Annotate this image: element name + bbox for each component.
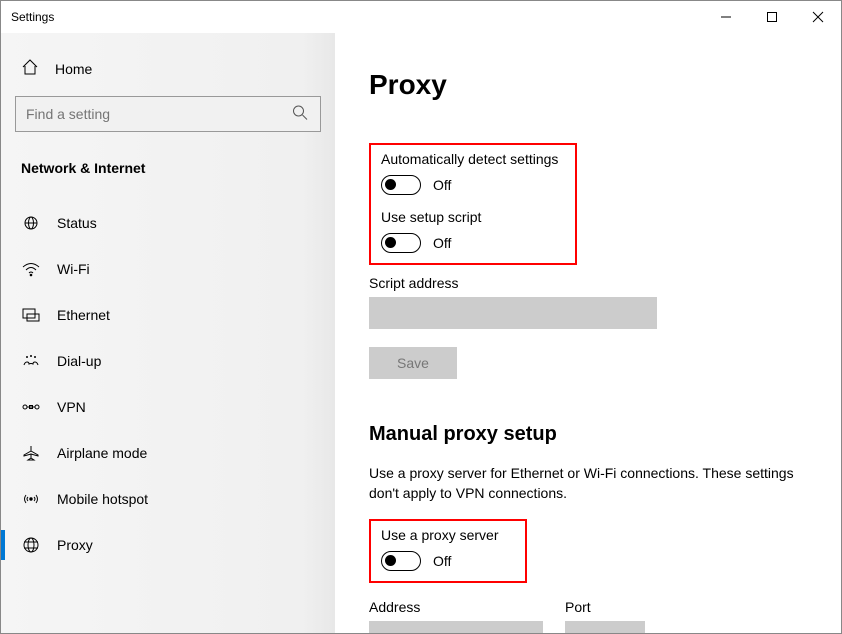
hotspot-icon <box>21 492 41 506</box>
sidebar: Home Network & Internet Status <box>1 33 335 633</box>
proxy-icon <box>21 537 41 553</box>
use-script-state: Off <box>433 235 451 251</box>
sidebar-item-label: Proxy <box>57 537 93 553</box>
sidebar-item-label: Airplane mode <box>57 445 147 461</box>
page-title: Proxy <box>369 69 807 101</box>
search-icon <box>292 105 308 124</box>
highlight-box-manual: Use a proxy server Off <box>369 519 527 583</box>
address-input[interactable] <box>369 621 543 633</box>
sidebar-item-label: Status <box>57 215 97 231</box>
manual-section-title: Manual proxy setup <box>369 423 807 446</box>
search-input[interactable] <box>26 106 310 122</box>
port-label: Port <box>565 599 645 615</box>
sidebar-item-wifi[interactable]: Wi-Fi <box>15 246 321 292</box>
settings-window: Settings Home Network <box>0 0 842 634</box>
minimize-button[interactable] <box>703 1 749 33</box>
highlight-box-auto: Automatically detect settings Off Use se… <box>369 143 577 265</box>
dialup-icon <box>21 354 41 368</box>
sidebar-item-dialup[interactable]: Dial-up <box>15 338 321 384</box>
sidebar-item-airplane[interactable]: Airplane mode <box>15 430 321 476</box>
manual-section-desc: Use a proxy server for Ethernet or Wi-Fi… <box>369 464 807 503</box>
vpn-icon <box>21 400 41 414</box>
script-address-input[interactable] <box>369 297 657 329</box>
sidebar-item-proxy[interactable]: Proxy <box>15 522 321 568</box>
titlebar: Settings <box>1 1 841 33</box>
category-title: Network & Internet <box>21 160 321 176</box>
auto-detect-label: Automatically detect settings <box>381 151 565 167</box>
wifi-icon <box>21 262 41 276</box>
sidebar-item-label: Dial-up <box>57 353 101 369</box>
home-label: Home <box>55 61 92 77</box>
address-label: Address <box>369 599 543 615</box>
airplane-icon <box>21 445 41 461</box>
use-proxy-toggle[interactable] <box>381 551 421 571</box>
use-script-label: Use setup script <box>381 209 565 225</box>
sidebar-item-label: Mobile hotspot <box>57 491 148 507</box>
sidebar-item-label: VPN <box>57 399 86 415</box>
close-button[interactable] <box>795 1 841 33</box>
content-area: Proxy Automatically detect settings Off … <box>335 33 841 633</box>
sidebar-item-label: Wi-Fi <box>57 261 90 277</box>
auto-detect-state: Off <box>433 177 451 193</box>
sidebar-item-label: Ethernet <box>57 307 110 323</box>
auto-detect-toggle[interactable] <box>381 175 421 195</box>
save-button[interactable]: Save <box>369 347 457 379</box>
sidebar-item-status[interactable]: Status <box>15 200 321 246</box>
sidebar-item-hotspot[interactable]: Mobile hotspot <box>15 476 321 522</box>
nav-list: Status Wi-Fi Ethernet <box>15 200 321 568</box>
use-proxy-state: Off <box>433 553 451 569</box>
ethernet-icon <box>21 308 41 322</box>
port-input[interactable] <box>565 621 645 633</box>
sidebar-item-ethernet[interactable]: Ethernet <box>15 292 321 338</box>
use-script-toggle[interactable] <box>381 233 421 253</box>
status-icon <box>21 216 41 230</box>
script-address-label: Script address <box>369 275 807 291</box>
sidebar-item-vpn[interactable]: VPN <box>15 384 321 430</box>
search-box[interactable] <box>15 96 321 132</box>
window-title: Settings <box>11 10 54 24</box>
home-link[interactable]: Home <box>21 59 321 78</box>
maximize-button[interactable] <box>749 1 795 33</box>
use-proxy-label: Use a proxy server <box>381 527 515 543</box>
home-icon <box>21 59 39 78</box>
